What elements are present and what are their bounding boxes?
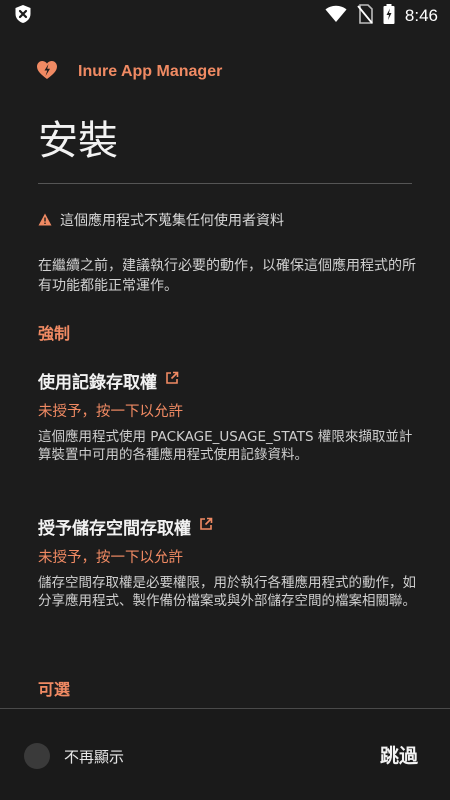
dont-show-again-label: 不再顯示 (64, 747, 125, 766)
privacy-notice: 這個應用程式不蒐集任何使用者資料 (38, 210, 284, 230)
warning-icon (38, 211, 52, 230)
storage-access-permission[interactable]: 授予儲存空間存取權 (38, 514, 213, 539)
permission-status[interactable]: 未授予，按一下以允許 (38, 400, 183, 421)
app-name: Inure App Manager (78, 63, 223, 80)
checkbox-circle[interactable] (24, 743, 50, 769)
external-link-icon (199, 516, 213, 536)
section-heading-required: 強制 (38, 324, 71, 343)
wifi-icon (325, 5, 347, 27)
dont-show-again-toggle[interactable]: 不再顯示 (24, 743, 124, 769)
permission-title: 授予儲存空間存取權 (38, 518, 191, 539)
app-header: Inure App Manager (36, 60, 222, 84)
skip-button[interactable]: 跳過 (380, 741, 418, 768)
permission-description: 儲存空間存取權是必要權限，用於執行各種應用程式的動作，如分享應用程式、製作備份檔… (38, 575, 416, 609)
status-time: 8:46 (404, 6, 438, 25)
permission-status[interactable]: 未授予，按一下以允許 (38, 546, 183, 567)
divider (38, 183, 412, 184)
heart-bolt-icon (36, 60, 58, 84)
shield-x-icon (14, 4, 32, 28)
battery-charging-icon (383, 4, 395, 28)
permission-description: 這個應用程式使用 PACKAGE_USAGE_STATS 權限來擷取並計算裝置中… (38, 429, 413, 463)
intro-text: 在繼續之前，建議執行必要的動作，以確保這個應用程式的所有功能都能正常運作。 (38, 258, 416, 294)
usage-access-permission[interactable]: 使用記錄存取權 (38, 368, 179, 393)
page-title: 安裝 (38, 118, 118, 164)
status-bar-right: 8:46 (325, 4, 438, 28)
section-heading-optional: 可選 (38, 680, 71, 699)
permission-title: 使用記錄存取權 (38, 372, 157, 393)
external-link-icon (165, 370, 179, 390)
status-bar: 8:46 (0, 0, 450, 32)
bottom-bar: 不再顯示 跳過 (0, 708, 450, 800)
status-bar-left (14, 4, 32, 28)
privacy-notice-text: 這個應用程式不蒐集任何使用者資料 (60, 213, 284, 229)
no-sim-icon (357, 4, 373, 28)
